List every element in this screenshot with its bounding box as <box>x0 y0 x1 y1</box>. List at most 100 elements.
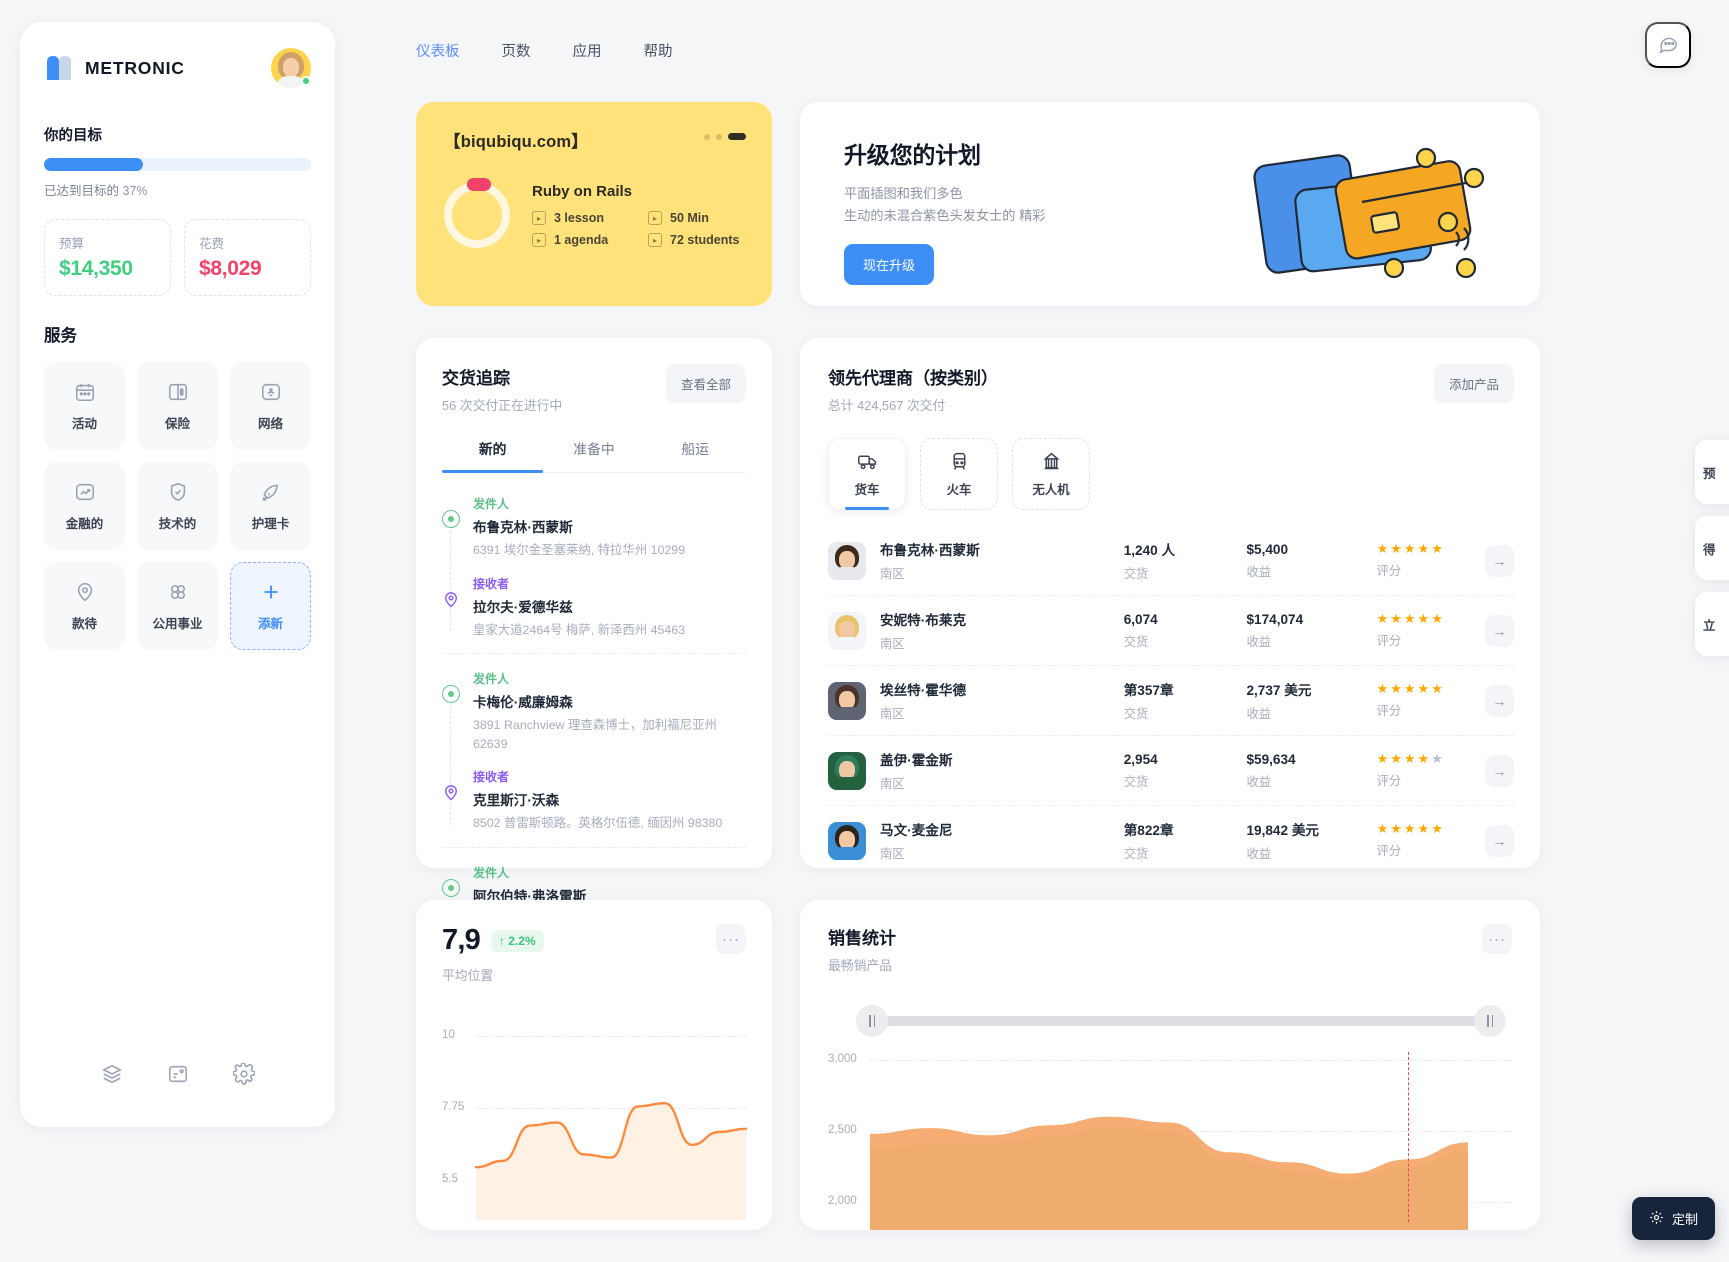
chat-button[interactable] <box>1645 22 1691 68</box>
play-icon: ▸ <box>532 211 546 225</box>
sender-address: 6391 埃尔金圣塞莱纳, 特拉华州 10299 <box>473 543 686 557</box>
agent-detail-arrow-button[interactable]: → <box>1484 614 1514 647</box>
star-icon: ★ <box>1431 821 1443 836</box>
four-circles-icon <box>167 581 189 603</box>
agent-revenue-label: 收益 <box>1246 634 1272 649</box>
service-add-new[interactable]: 添新 <box>230 562 311 650</box>
mode-truck[interactable]: 货车 <box>828 438 906 510</box>
nav-item-dashboard[interactable]: 仪表板 <box>414 36 462 65</box>
goal-progress-bar <box>44 158 311 171</box>
star-icon: ★ <box>1390 751 1402 766</box>
service-carecard[interactable]: 护理卡 <box>230 462 311 550</box>
tab-shipping[interactable]: 船运 <box>645 438 746 472</box>
tab-preparing[interactable]: 准备中 <box>543 438 644 472</box>
view-all-button[interactable]: 查看全部 <box>665 364 746 403</box>
agents-header: 领先代理商（按类别） 总计 424,567 次交付 添加产品 <box>828 364 1514 414</box>
tab-new[interactable]: 新的 <box>442 438 544 473</box>
course-name: Ruby on Rails <box>532 183 633 200</box>
gear-icon[interactable] <box>232 1063 255 1085</box>
upgrade-title: 升级您的计划 <box>844 142 981 168</box>
sales-more-button[interactable]: ··· <box>1482 924 1512 954</box>
pager-dot[interactable] <box>704 133 710 140</box>
service-utilities[interactable]: 公用事业 <box>137 562 218 650</box>
layers-icon[interactable] <box>101 1063 123 1085</box>
slider-track[interactable] <box>872 1016 1490 1026</box>
sender-name: 布鲁克林·西蒙斯 <box>473 520 573 535</box>
table-row[interactable]: 盖伊·霍金斯 南区 2,954 交货 $59,634 收益 ★ ★ ★ ★ ★ 评分 → <box>828 736 1514 806</box>
agent-detail-arrow-button[interactable]: → <box>1484 544 1514 577</box>
service-label: 活动 <box>71 416 97 431</box>
agent-deliveries-value: 1,240 人 <box>1123 543 1176 558</box>
agent-rating-stars: ★ ★ ★ ★ ★ <box>1377 682 1485 695</box>
star-icon: ★ <box>1390 821 1402 836</box>
course-progress-ring <box>444 178 510 248</box>
service-hospitality[interactable]: 款待 <box>44 562 125 650</box>
avgpos-more-button[interactable]: ··· <box>716 924 746 954</box>
table-row[interactable]: 埃丝特·霍华德 南区 第357章 交货 2,737 美元 收益 ★ ★ ★ ★ ★ 评分… <box>828 666 1514 736</box>
star-icon: ★ <box>1431 681 1443 696</box>
service-activity[interactable]: 活动 <box>44 362 125 450</box>
agent-detail-arrow-button[interactable]: → <box>1484 754 1514 787</box>
star-icon: ★ <box>1376 541 1389 556</box>
line-chart-svg <box>474 1101 748 1220</box>
brand[interactable]: METRONIC <box>44 54 185 82</box>
add-product-button[interactable]: 添加产品 <box>1433 364 1514 403</box>
service-financial[interactable]: 金融的 <box>44 462 125 550</box>
table-row[interactable]: 安妮特·布莱克 南区 6,074 交货 $174,074 收益 ★ ★ ★ ★ ★ 评分… <box>828 596 1514 666</box>
sender-name: 卡梅伦·威廉姆森 <box>473 695 573 711</box>
agent-detail-arrow-button[interactable]: → <box>1484 684 1514 717</box>
mode-label: 货车 <box>854 482 880 497</box>
agent-region: 南区 <box>880 777 905 791</box>
slider-handle-left[interactable] <box>856 1005 888 1037</box>
note-icon[interactable] <box>167 1063 189 1085</box>
course-card-body: Ruby on Rails ▸ 3 lesson ▸ 50 Min ▸ 1 agend… <box>444 178 746 248</box>
star-icon: ★ <box>1431 751 1443 766</box>
agent-revenue-value: $59,634 <box>1246 751 1296 767</box>
stat-spent-label: 花费 <box>199 237 225 251</box>
agent-region: 南区 <box>880 637 905 651</box>
service-technical[interactable]: 技术的 <box>137 462 218 550</box>
agent-detail-arrow-button[interactable]: → <box>1484 824 1514 857</box>
nav-item-help[interactable]: 帮助 <box>642 36 675 65</box>
upgrade-now-button[interactable]: 现在升级 <box>844 243 935 285</box>
nav-item-pages[interactable]: 页数 <box>500 36 533 65</box>
table-row[interactable]: 马文·麦金尼 南区 第822章 交货 19,842 美元 收益 ★ ★ ★ ★ ★ 评分… <box>828 806 1514 875</box>
pager-dot[interactable] <box>716 133 722 140</box>
sender-circle-icon <box>442 879 460 898</box>
rail-chip[interactable]: 立 <box>1695 592 1729 656</box>
nav-item-apps[interactable]: 应用 <box>571 36 604 65</box>
mode-train[interactable]: 火车 <box>920 438 998 510</box>
rail-chip[interactable]: 预 <box>1695 440 1729 504</box>
service-network[interactable]: 网络 <box>230 362 311 450</box>
rail-chip[interactable]: 得 <box>1695 516 1729 580</box>
slider-handle-right[interactable] <box>1474 1005 1506 1037</box>
course-card-header: 【biqubiqu.com】 <box>444 128 746 152</box>
sidebar-footer <box>20 1063 335 1085</box>
sender-kind-label: 发件人 <box>473 497 510 511</box>
receiver-kind-label: 接收者 <box>473 770 510 785</box>
table-row[interactable]: 布鲁克林·西蒙斯 南区 1,240 人 交货 $5,400 收益 ★ ★ ★ ★ ★ 评… <box>828 526 1514 596</box>
receiver-name: 克里斯汀·沃森 <box>473 793 560 809</box>
avgpos-value: 7,9 <box>442 924 481 956</box>
chart-up-icon <box>74 481 96 503</box>
sales-range-slider[interactable] <box>856 1005 1506 1037</box>
delivery-title: 交货追踪 <box>442 369 510 388</box>
stat-budget: 预算 $14,350 <box>44 219 171 296</box>
agents-subtitle: 总计 424,567 次交付 <box>828 398 946 413</box>
agent-rating-stars: ★ ★ ★ ★ ★ <box>1377 822 1485 835</box>
service-label: 技术的 <box>158 516 197 531</box>
delivery-tabs: 新的 准备中 船运 <box>442 438 746 473</box>
agent-revenue-value: $174,074 <box>1246 611 1304 627</box>
agent-revenue-label: 收益 <box>1246 564 1272 579</box>
pager-dot-active[interactable] <box>728 133 746 140</box>
user-avatar[interactable] <box>271 48 311 88</box>
customize-button[interactable]: 定制 <box>1631 1197 1715 1240</box>
agent-revenue-label: 收益 <box>1246 847 1272 861</box>
play-icon: ▸ <box>648 233 662 247</box>
agent-rating-stars: ★ ★ ★ ★ ★ <box>1377 542 1485 555</box>
mode-drone[interactable]: 无人机 <box>1012 438 1090 510</box>
ellipsis-icon: ··· <box>722 930 740 948</box>
carousel-pager[interactable] <box>704 133 746 140</box>
star-icon: ★ <box>1403 821 1416 836</box>
service-insurance[interactable]: 保险 <box>137 362 218 450</box>
